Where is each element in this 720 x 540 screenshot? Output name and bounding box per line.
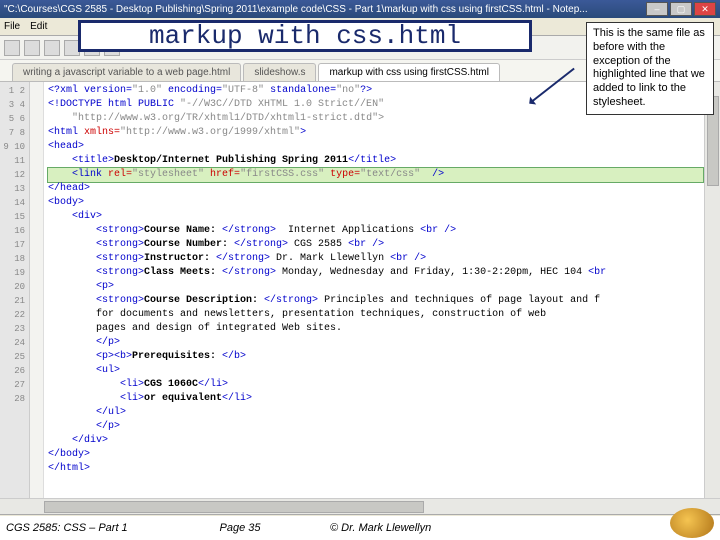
ucf-logo-icon <box>670 508 714 538</box>
window-title: "C:\Courses\CGS 2585 - Desktop Publishin… <box>4 4 646 15</box>
tab-file-2[interactable]: slideshow.s <box>243 63 316 81</box>
footer-course: CGS 2585: CSS – Part 1 <box>0 522 180 534</box>
annotation-callout: This is the same file as before with the… <box>586 22 714 115</box>
slide-title-overlay: markup with css.html <box>78 20 532 52</box>
maximize-button[interactable]: ▢ <box>670 2 692 16</box>
line-number-gutter: 1 2 3 4 5 6 7 8 9 10 11 12 13 14 15 16 1… <box>0 82 30 498</box>
menu-file[interactable]: File <box>4 21 20 32</box>
horizontal-scrollbar[interactable] <box>0 498 720 514</box>
window-titlebar: "C:\Courses\CGS 2585 - Desktop Publishin… <box>0 0 720 18</box>
editor-area: 1 2 3 4 5 6 7 8 9 10 11 12 13 14 15 16 1… <box>0 82 720 498</box>
close-button[interactable]: ✕ <box>694 2 716 16</box>
vertical-scrollbar[interactable] <box>704 82 720 498</box>
fold-gutter <box>30 82 44 498</box>
menu-edit[interactable]: Edit <box>30 21 47 32</box>
highlighted-line: <link rel="stylesheet" href="firstCSS.cs… <box>48 168 703 182</box>
minimize-button[interactable]: – <box>646 2 668 16</box>
scrollbar-thumb[interactable] <box>44 501 424 513</box>
new-file-icon[interactable] <box>4 40 20 56</box>
tab-file-1[interactable]: writing a javascript variable to a web p… <box>12 63 241 81</box>
open-file-icon[interactable] <box>24 40 40 56</box>
window-controls: – ▢ ✕ <box>646 2 716 16</box>
code-content[interactable]: <?xml version="1.0" encoding="UTF-8" sta… <box>44 82 720 498</box>
save-icon[interactable] <box>44 40 60 56</box>
tab-file-3[interactable]: markup with css using firstCSS.html <box>318 63 500 81</box>
slide-footer: CGS 2585: CSS – Part 1 Page 35 © Dr. Mar… <box>0 516 720 540</box>
footer-author: © Dr. Mark Llewellyn <box>300 522 720 534</box>
footer-page: Page 35 <box>180 522 300 534</box>
